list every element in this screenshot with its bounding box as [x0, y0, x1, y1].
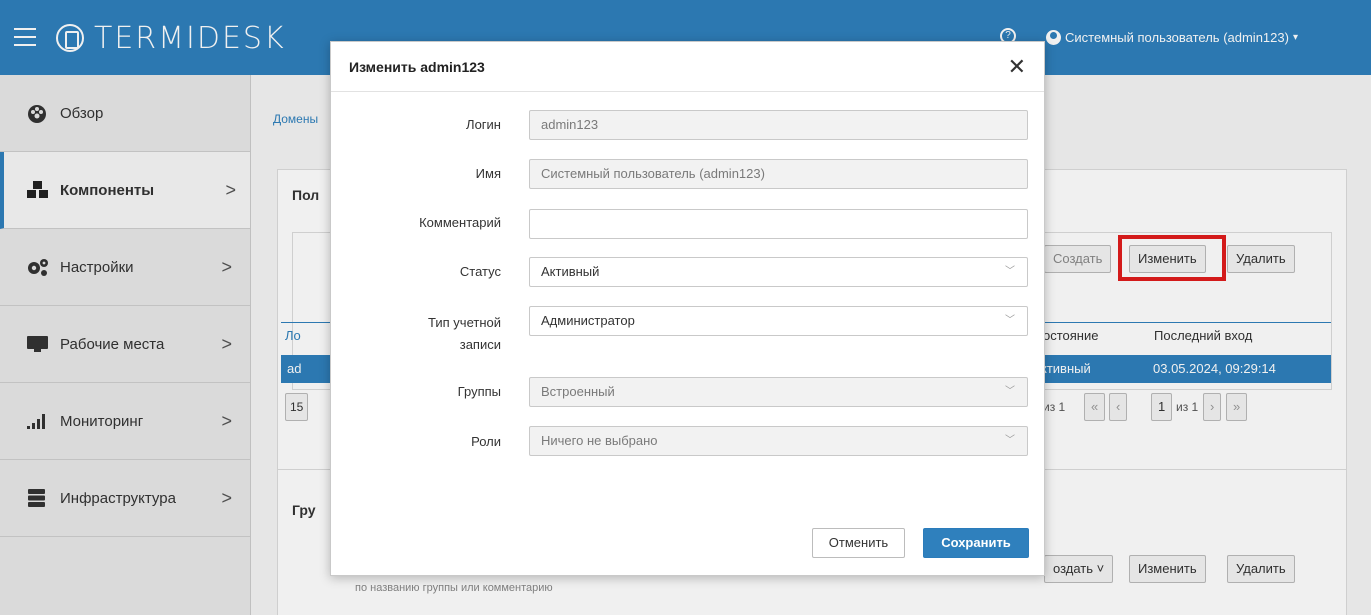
comment-label: Комментарий — [419, 215, 501, 230]
status-value: Активный — [541, 264, 600, 279]
chevron-down-icon: ﹀ — [1005, 266, 1015, 277]
groups-value: Встроенный — [541, 384, 615, 399]
chevron-down-icon: ﹀ — [1005, 315, 1015, 326]
chevron-down-icon: ﹀ — [1005, 435, 1015, 446]
login-label: Логин — [466, 117, 501, 132]
login-field[interactable]: admin123 — [529, 110, 1028, 140]
comment-field[interactable] — [529, 209, 1028, 239]
account-type-label-line2: записи — [459, 337, 501, 352]
status-select[interactable]: Активный ﹀ — [529, 257, 1028, 287]
account-type-label: Тип учетной записи — [331, 313, 501, 355]
cancel-button[interactable]: Отменить — [812, 528, 905, 558]
groups-label: Группы — [457, 384, 501, 399]
name-field[interactable]: Системный пользователь (admin123) — [529, 159, 1028, 189]
account-type-value: Администратор — [541, 313, 635, 328]
roles-value: Ничего не выбрано — [541, 433, 658, 448]
roles-label: Роли — [471, 434, 501, 449]
account-type-label-line1: Тип учетной — [428, 315, 501, 330]
name-label: Имя — [475, 166, 501, 181]
dialog-header: Изменить admin123 ✕ — [331, 42, 1044, 92]
save-button[interactable]: Сохранить — [923, 528, 1029, 558]
dialog-title: Изменить admin123 — [349, 59, 485, 75]
status-label: Статус — [459, 264, 501, 279]
groups-select[interactable]: Встроенный ﹀ — [529, 377, 1028, 407]
account-type-select[interactable]: Администратор ﹀ — [529, 306, 1028, 336]
chevron-down-icon: ﹀ — [1005, 386, 1015, 397]
close-icon[interactable]: ✕ — [1008, 54, 1026, 80]
edit-user-dialog: Изменить admin123 ✕ Логин admin123 Имя С… — [330, 41, 1045, 576]
roles-select[interactable]: Ничего не выбрано ﹀ — [529, 426, 1028, 456]
